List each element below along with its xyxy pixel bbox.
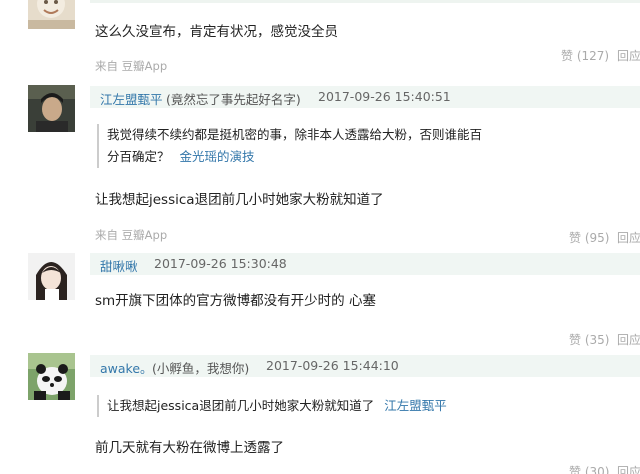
avatar[interactable] <box>28 0 75 29</box>
reply-button[interactable]: 回应 <box>617 331 640 348</box>
comment-author-link[interactable]: 江左盟甄平 <box>100 89 163 108</box>
comment-text: 这么久没宣布，肯定有状况，感觉没全员 <box>95 24 338 40</box>
reply-button[interactable]: 回应 <box>617 47 640 64</box>
quote-author-link[interactable]: 金光瑶的演技 <box>180 149 255 164</box>
comment-list: 这么久没宣布，肯定有状况，感觉没全员 来自 豆瓣App 赞 (127) 回应 江… <box>0 0 640 474</box>
comment-timestamp: 2017-09-26 15:44:10 <box>266 358 399 373</box>
quote-author-link[interactable]: 江左盟甄平 <box>384 398 447 413</box>
quote-text-line: 分百确定？ <box>107 149 170 164</box>
comment-author-nickname: (小孵鱼，我想你) <box>152 361 250 376</box>
quoted-comment: 我觉得续不续约都是挺机密的事，除非本人透露给大粉，否则谁能百 分百确定？ 金光瑶的… <box>97 124 482 168</box>
comment-source: 来自 豆瓣App <box>95 228 168 242</box>
reply-button[interactable]: 回应 <box>617 463 640 474</box>
like-button[interactable]: 赞 (127) <box>561 47 609 64</box>
comment-author-link[interactable]: awake。 <box>100 358 153 377</box>
comment-header: 甜啾啾 2017-09-26 15:30:48 <box>90 253 640 275</box>
comment-author-link[interactable]: 甜啾啾 <box>100 256 138 275</box>
comment-timestamp: 2017-09-26 15:30:48 <box>154 256 287 271</box>
reply-button[interactable]: 回应 <box>617 229 640 246</box>
comment-text: sm开旗下团体的官方微博都没有开少时的 心塞 <box>95 293 376 309</box>
comment-author-nickname: (竟然忘了事先起好名字) <box>166 92 301 107</box>
comment-source: 来自 豆瓣App <box>95 59 168 73</box>
quoted-comment: 让我想起jessica退团前几小时她家大粉就知道了 江左盟甄平 <box>97 395 447 417</box>
like-button[interactable]: 赞 (35) <box>569 331 609 348</box>
comment-header: awake。 (小孵鱼，我想你) 2017-09-26 15:44:10 <box>90 355 640 377</box>
previous-comment-header-strip <box>90 0 640 3</box>
comment-timestamp: 2017-09-26 15:40:51 <box>318 89 451 104</box>
comment-text: 让我想起jessica退团前几小时她家大粉就知道了 <box>95 192 384 208</box>
like-button[interactable]: 赞 (95) <box>569 229 609 246</box>
avatar[interactable] <box>28 85 75 132</box>
comment-text: 前几天就有大粉在微博上透露了 <box>95 440 284 456</box>
avatar[interactable] <box>28 353 75 400</box>
comment-header: 江左盟甄平 (竟然忘了事先起好名字) 2017-09-26 15:40:51 <box>90 86 640 108</box>
quote-text-line: 我觉得续不续约都是挺机密的事，除非本人透露给大粉，否则谁能百 <box>107 127 483 142</box>
quote-text-line: 让我想起jessica退团前几小时她家大粉就知道了 <box>107 398 375 413</box>
avatar[interactable] <box>28 253 75 300</box>
like-button[interactable]: 赞 (30) <box>569 463 609 474</box>
